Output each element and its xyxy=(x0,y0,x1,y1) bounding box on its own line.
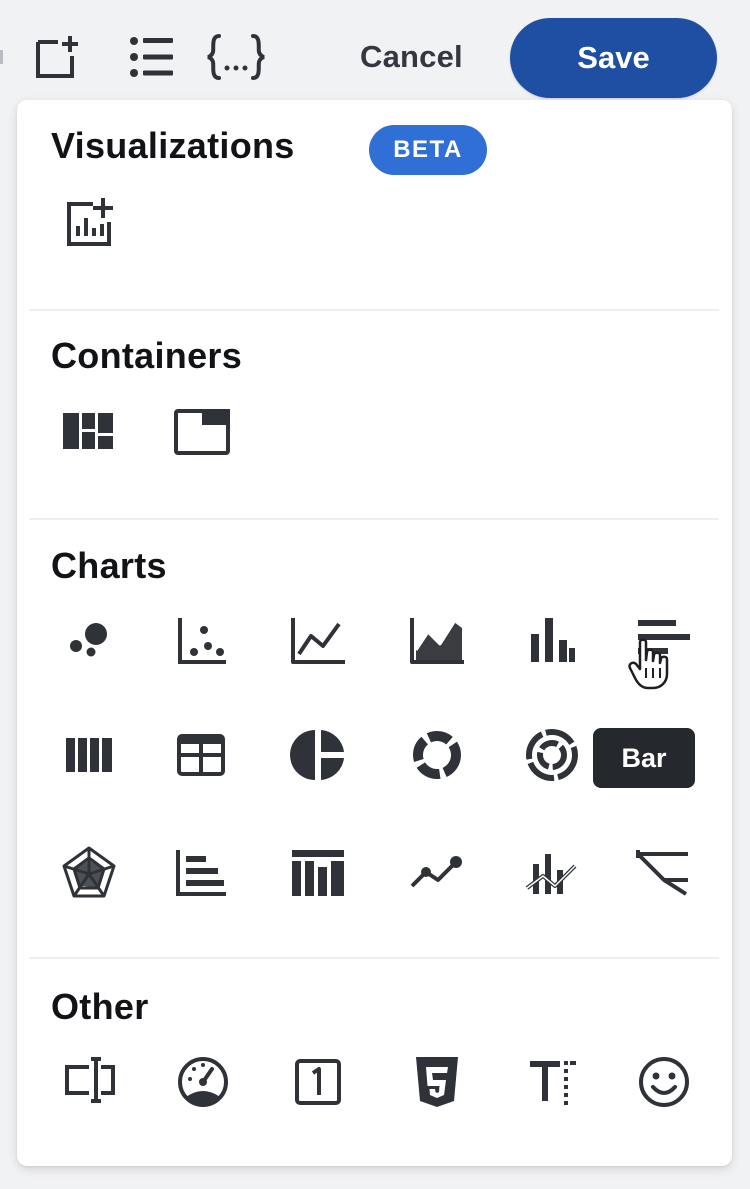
radar-chart-icon[interactable] xyxy=(54,838,124,908)
variables-icon[interactable] xyxy=(205,30,267,84)
cancel-button[interactable]: Cancel xyxy=(352,34,471,80)
single-value-icon[interactable] xyxy=(283,1047,353,1117)
funnel-chart-icon[interactable] xyxy=(628,838,698,908)
save-button[interactable]: Save xyxy=(510,18,717,98)
bar-chart-tooltip: Bar xyxy=(593,728,695,788)
column-chart-icon[interactable] xyxy=(517,606,587,676)
other-section: Other xyxy=(17,959,732,1166)
text-input-icon[interactable] xyxy=(55,1047,125,1117)
add-visualization-icon[interactable] xyxy=(55,188,125,258)
top-toolbar: Cancel Save xyxy=(0,0,750,110)
html5-icon[interactable] xyxy=(402,1047,472,1117)
grid-layout-icon[interactable] xyxy=(53,397,123,467)
line-chart-icon[interactable] xyxy=(283,606,353,676)
containers-title: Containers xyxy=(51,335,243,376)
trend-line-icon[interactable] xyxy=(402,838,472,908)
add-panel-icon[interactable] xyxy=(30,30,84,84)
bubble-chart-icon[interactable] xyxy=(54,606,124,676)
area-chart-icon[interactable] xyxy=(402,606,472,676)
toolbar-edge-marker xyxy=(0,50,3,64)
table-icon[interactable] xyxy=(166,720,236,790)
gauge-icon[interactable] xyxy=(168,1047,238,1117)
visualizations-title: Visualizations xyxy=(51,125,295,166)
stacked-column-icon[interactable] xyxy=(54,720,124,790)
pie-chart-icon[interactable] xyxy=(283,720,353,790)
charts-title: Charts xyxy=(51,545,167,586)
text-icon[interactable] xyxy=(518,1047,588,1117)
scatter-chart-icon[interactable] xyxy=(166,606,236,676)
other-title: Other xyxy=(51,986,149,1027)
combo-chart-icon[interactable] xyxy=(517,838,587,908)
sunburst-chart-icon[interactable] xyxy=(517,720,587,790)
hand-cursor-icon xyxy=(628,638,670,695)
stacked-bar-icon[interactable] xyxy=(283,838,353,908)
containers-section: Containers xyxy=(17,311,732,519)
horizontal-bar-icon[interactable] xyxy=(166,838,236,908)
tabs-container-icon[interactable] xyxy=(167,397,237,467)
list-icon[interactable] xyxy=(124,30,178,84)
emoji-icon[interactable] xyxy=(629,1047,699,1117)
add-widget-panel: Visualizations BETA Containers Charts Ot… xyxy=(17,100,732,1166)
visualizations-section: Visualizations BETA xyxy=(17,100,732,310)
beta-badge: BETA xyxy=(369,125,487,175)
donut-chart-icon[interactable] xyxy=(402,720,472,790)
